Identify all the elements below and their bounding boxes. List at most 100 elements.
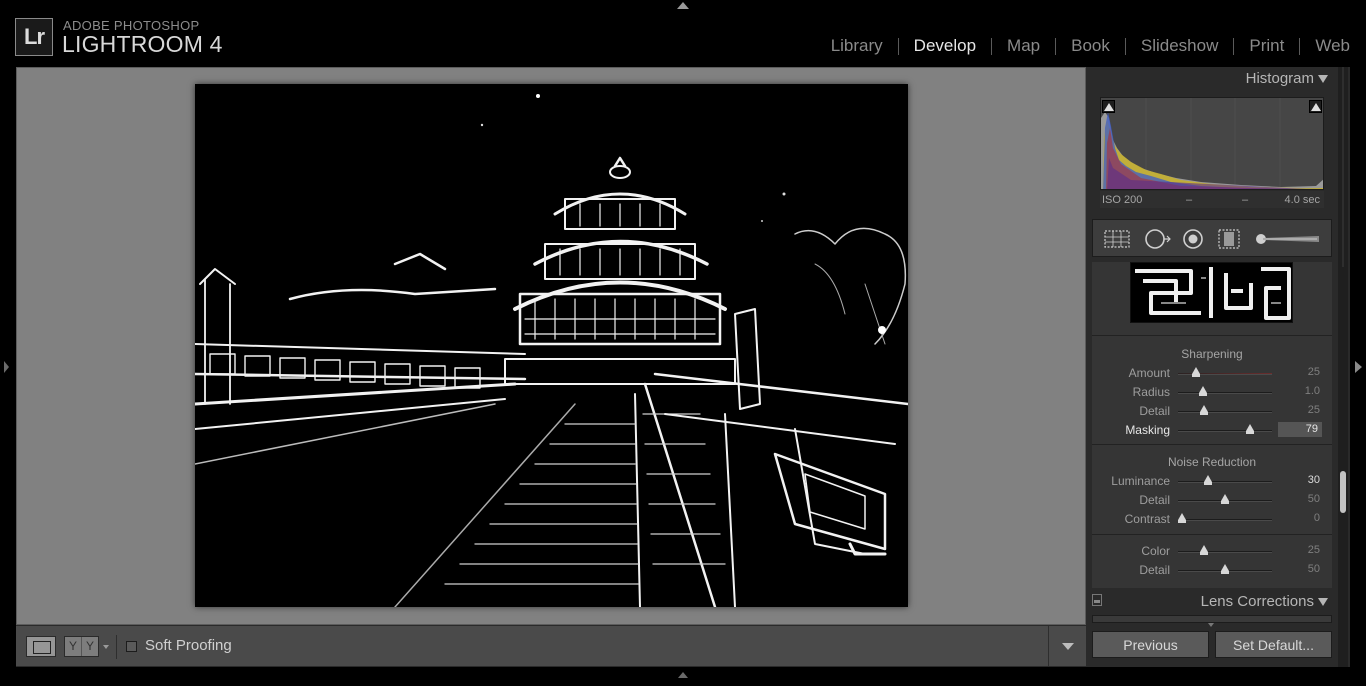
module-library[interactable]: Library — [831, 36, 883, 56]
slider-label: Amount — [1128, 366, 1170, 380]
exif-focal: – — [1186, 194, 1193, 206]
slider-track[interactable] — [1178, 405, 1272, 415]
slider-track[interactable] — [1178, 494, 1272, 504]
section-divider — [1092, 444, 1332, 445]
slider-nr-contrast[interactable]: Contrast 0 — [1092, 511, 1332, 529]
module-map[interactable]: Map — [1007, 36, 1040, 56]
slider-track[interactable] — [1178, 367, 1272, 377]
before-after-button[interactable]: Y Y — [64, 636, 99, 657]
slider-sharpen-radius[interactable]: Radius 1.0 — [1092, 384, 1332, 402]
histogram-graph[interactable] — [1100, 97, 1324, 190]
module-book[interactable]: Book — [1071, 36, 1110, 56]
noise-reduction-title: Noise Reduction — [1167, 455, 1257, 469]
slider-nr-color[interactable]: Color 25 — [1092, 543, 1332, 561]
slider-value[interactable]: 30 — [1308, 474, 1320, 486]
slider-value[interactable]: 0 — [1314, 512, 1320, 524]
slider-thumb[interactable] — [1221, 494, 1229, 504]
spot-removal-icon[interactable] — [1143, 228, 1173, 250]
detail-zoom-image — [1131, 263, 1292, 322]
module-separator — [991, 37, 993, 55]
slider-track[interactable] — [1178, 386, 1272, 396]
red-eye-icon[interactable] — [1181, 228, 1205, 250]
slider-thumb[interactable] — [1198, 386, 1207, 396]
develop-right-panel: Histogram ISO 200 – – 4.0 sec Sharpening… — [1086, 67, 1350, 667]
module-print[interactable]: Print — [1249, 36, 1284, 56]
slider-thumb[interactable] — [1245, 424, 1254, 434]
histogram-collapse-icon[interactable] — [1318, 75, 1328, 83]
slider-label: Detail — [1139, 493, 1170, 507]
toolbar-separator — [116, 635, 117, 659]
sharpening-title: Sharpening — [1181, 347, 1243, 361]
right-panel-toggle-icon[interactable] — [1355, 361, 1362, 373]
slider-value[interactable]: 25 — [1308, 404, 1320, 416]
slider-label: Radius — [1132, 385, 1170, 399]
soft-proofing-label[interactable]: Soft Proofing — [145, 637, 232, 654]
shadow-clipping-toggle-icon[interactable] — [1102, 100, 1115, 113]
module-separator — [1233, 37, 1235, 55]
slider-label: Detail — [1139, 404, 1170, 418]
before-after-left: Y — [65, 637, 82, 656]
lens-corrections-toggle-icon[interactable] — [1092, 594, 1102, 606]
brand-title: LIGHTROOM 4 — [62, 31, 223, 57]
loupe-view-button[interactable] — [26, 636, 56, 657]
module-slideshow[interactable]: Slideshow — [1141, 36, 1219, 56]
detail-zoom-preview[interactable] — [1130, 262, 1293, 323]
module-separator — [1124, 37, 1126, 55]
slider-label: Detail — [1139, 563, 1170, 577]
adjustment-brush-icon[interactable] — [1253, 228, 1323, 250]
exif-shutter: 4.0 sec — [1284, 194, 1320, 206]
crop-overlay-icon[interactable] — [1103, 228, 1131, 250]
slider-value[interactable]: 50 — [1308, 493, 1320, 505]
module-separator — [897, 37, 899, 55]
slider-value[interactable]: 1.0 — [1305, 385, 1320, 397]
graduated-filter-icon[interactable] — [1215, 228, 1243, 250]
slider-track[interactable] — [1178, 424, 1272, 434]
slider-thumb[interactable] — [1199, 405, 1208, 415]
previous-button[interactable]: Previous — [1092, 631, 1209, 658]
section-divider — [1092, 335, 1332, 336]
set-default-button[interactable]: Set Default... — [1215, 631, 1332, 658]
slider-value-field[interactable]: 79 — [1278, 422, 1322, 437]
slider-track[interactable] — [1178, 513, 1272, 523]
before-after-dropdown-icon[interactable] — [103, 645, 109, 649]
soft-proofing-checkbox[interactable] — [126, 641, 137, 652]
slider-thumb[interactable] — [1178, 513, 1186, 523]
module-web[interactable]: Web — [1315, 36, 1350, 56]
highlight-clipping-toggle-icon[interactable] — [1309, 100, 1322, 113]
slider-value[interactable]: 25 — [1308, 366, 1320, 378]
slider-thumb[interactable] — [1221, 564, 1229, 574]
toolbar-content-menu-icon[interactable] — [1048, 626, 1086, 666]
top-panel-toggle-icon[interactable] — [677, 2, 689, 9]
module-develop[interactable]: Develop — [914, 36, 976, 56]
slider-nr-luminance-detail[interactable]: Detail 50 — [1092, 492, 1332, 510]
slider-thumb[interactable] — [1203, 475, 1212, 485]
slider-label: Color — [1141, 544, 1170, 558]
panel-end-marker-icon — [1208, 623, 1214, 627]
slider-nr-luminance[interactable]: Luminance 30 — [1092, 473, 1332, 491]
scrollbar-thumb[interactable] — [1340, 471, 1346, 513]
right-panel-scrollbar[interactable] — [1338, 67, 1348, 667]
detail-panel-scroll[interactable]: Sharpening Amount 25 Radius 1.0 Detail 2… — [1092, 262, 1332, 588]
slider-sharpen-masking[interactable]: Masking 79 — [1092, 422, 1332, 440]
slider-track[interactable] — [1178, 564, 1272, 574]
slider-nr-color-detail[interactable]: Detail 50 — [1092, 562, 1332, 580]
left-panel-toggle-icon[interactable] — [4, 361, 9, 373]
slider-sharpen-detail[interactable]: Detail 25 — [1092, 403, 1332, 421]
bottom-panel-toggle-icon[interactable] — [678, 672, 688, 680]
histogram-curve — [1101, 98, 1323, 189]
slider-sharpen-amount[interactable]: Amount 25 — [1092, 365, 1332, 383]
slider-track[interactable] — [1178, 475, 1272, 485]
slider-value[interactable]: 50 — [1308, 563, 1320, 575]
masking-preview-image — [195, 84, 908, 607]
lens-corrections-header[interactable]: Lens Corrections — [1086, 588, 1350, 614]
lens-corrections-collapse-icon[interactable] — [1318, 598, 1328, 606]
slider-track[interactable] — [1178, 545, 1272, 555]
image-toolbar: Y Y Soft Proofing — [16, 625, 1086, 667]
slider-thumb[interactable] — [1192, 367, 1201, 377]
photo-preview[interactable] — [195, 84, 908, 607]
slider-value[interactable]: 25 — [1308, 544, 1320, 556]
histogram-header[interactable]: Histogram — [1086, 67, 1350, 91]
image-canvas — [16, 67, 1086, 625]
slider-label: Luminance — [1111, 474, 1170, 488]
slider-thumb[interactable] — [1199, 545, 1208, 555]
